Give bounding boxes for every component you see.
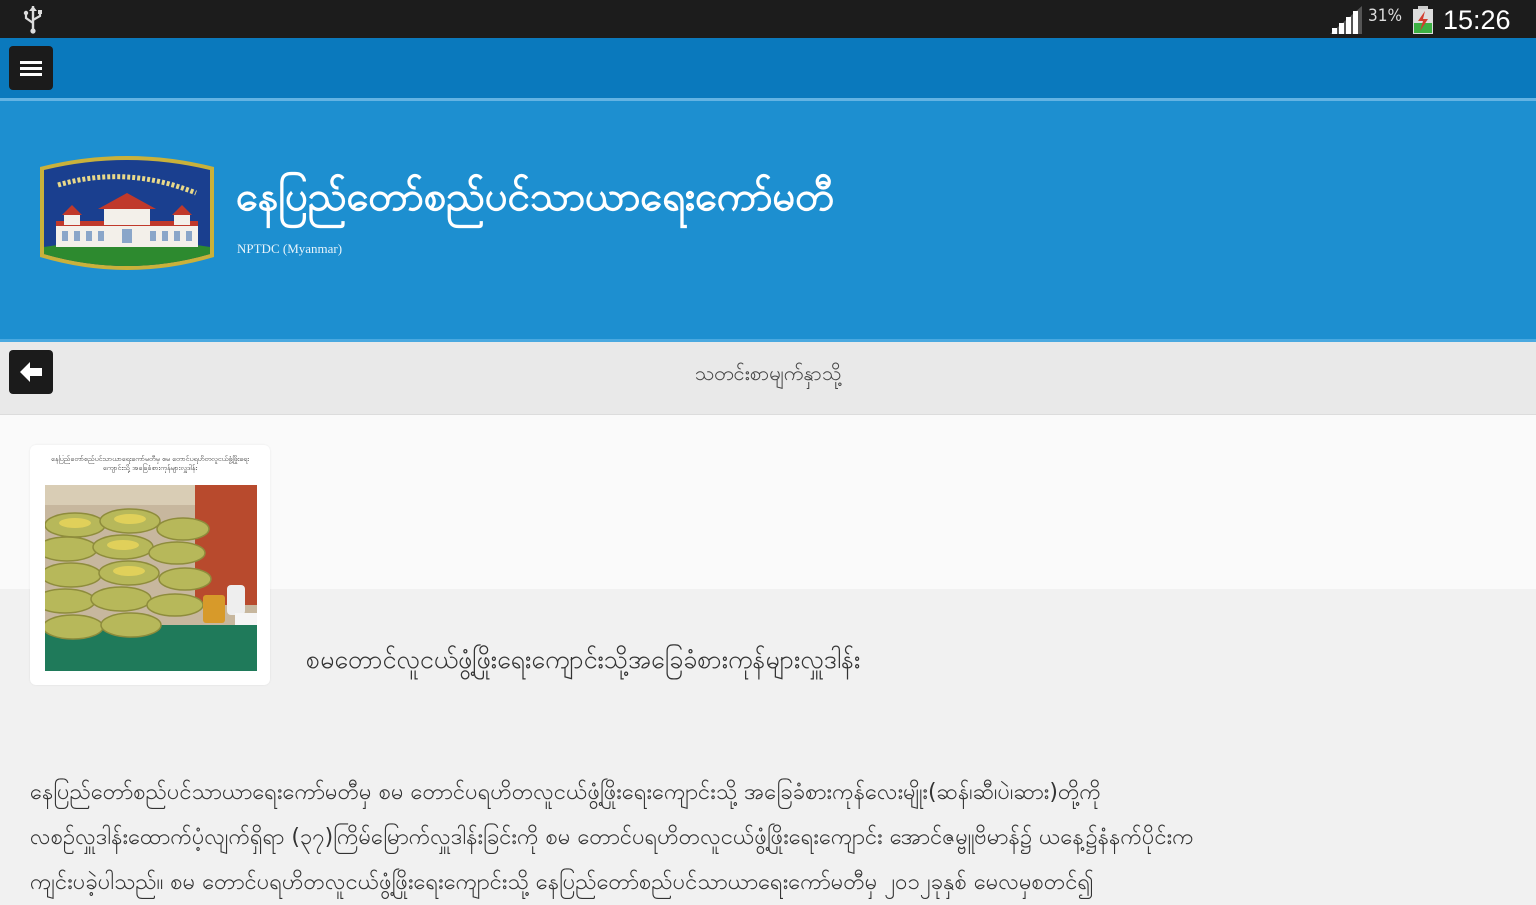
organization-subtitle: NPTDC (Myanmar) xyxy=(237,241,343,256)
thumbnail-caption: နေပြည်တော်စည်ပင်သာယာရေးကော်မတီမှ စမ တောင… xyxy=(51,455,249,472)
header-banner: နေပြည်တော်စည်ပင်သာယာရေးကော်မတီ NPTDC (My… xyxy=(0,101,1536,342)
article-body-line: ကျင်းပခဲ့ပါသည်။ စမ တောင်ပရဟိတလူငယ်ဖွံ့ဖြ… xyxy=(30,870,1094,895)
app-bar xyxy=(0,38,1536,101)
battery-percent: 31% xyxy=(1368,6,1402,26)
signal-icon xyxy=(1330,6,1362,34)
article-body: နေပြည်တော်စည်ပင်သာယာရေးကော်မတီမှ စမ တောင… xyxy=(30,770,1510,905)
news-page-link[interactable]: သတင်းစာမျက်နှာသို့ xyxy=(0,360,1536,390)
status-bar: 31% 15:26 xyxy=(0,0,1536,38)
article-body-line: နေပြည်တော်စည်ပင်သာယာရေးကော်မတီမှ စမ တောင… xyxy=(30,780,1101,805)
article-body-line: လစဉ်လှူဒါန်းထောက်ပံ့လျက်ရှိရာ (၃၇)ကြိမ်မ… xyxy=(30,825,1194,850)
hamburger-menu-icon xyxy=(20,61,42,76)
menu-button[interactable] xyxy=(9,46,53,90)
section-bar: သတင်းစာမျက်နှာသို့ xyxy=(0,342,1536,415)
clock: 15:26 xyxy=(1443,5,1511,35)
organization-title: နေပြည်တော်စည်ပင်သာယာရေးကော်မတီ xyxy=(236,174,835,220)
rice-bags-photo xyxy=(45,485,257,671)
battery-icon xyxy=(1413,6,1433,34)
article-title: စမတောင်လူငယ်ဖွံ့ဖြိုးရေးကျောင်းသို့အခြေခ… xyxy=(306,645,861,674)
article-thumbnail[interactable]: နေပြည်တော်စည်ပင်သာယာရေးကော်မတီမှ စမ တောင… xyxy=(30,445,270,685)
city-hall-logo xyxy=(40,156,214,270)
usb-icon xyxy=(23,6,42,34)
